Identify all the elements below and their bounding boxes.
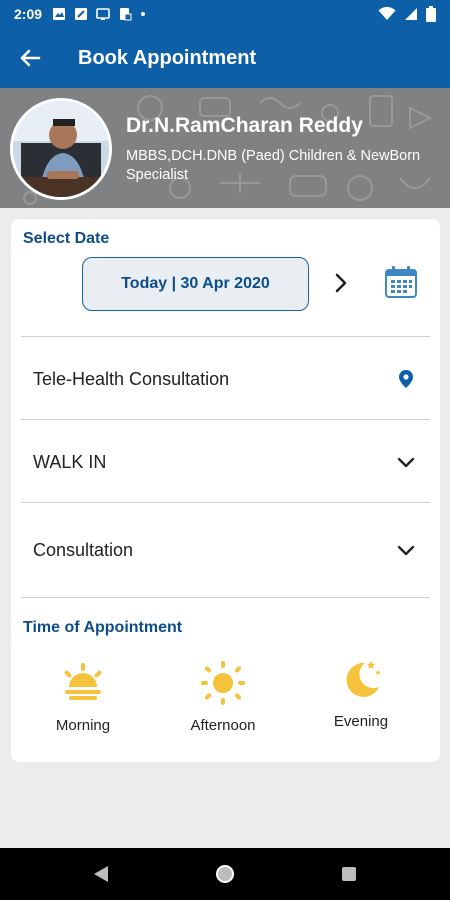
nav-recents-button[interactable] [287, 848, 411, 900]
arrow-back-icon [20, 49, 41, 67]
doctor-name: Dr.N.RamCharan Reddy [126, 114, 363, 137]
doctor-photo [13, 101, 109, 197]
divider [21, 336, 430, 337]
sim-icon [120, 8, 132, 21]
nav-home-icon [216, 865, 234, 883]
divider [21, 502, 430, 503]
screen-icon [96, 8, 110, 20]
row-label: Consultation [33, 539, 134, 560]
notification-icons [52, 7, 146, 21]
sunrise-icon [64, 663, 102, 700]
nav-home-button[interactable] [163, 848, 287, 900]
chevron-down-icon [394, 538, 418, 562]
nav-recents-icon [342, 867, 356, 881]
status-bar: 2:09 [0, 0, 450, 28]
slot-morning[interactable]: Morning [23, 661, 143, 734]
system-nav-bar [0, 848, 450, 900]
next-date-button[interactable] [329, 271, 353, 295]
visit-type-dropdown[interactable]: WALK IN [11, 422, 440, 502]
chevron-down-icon [394, 450, 418, 474]
slot-afternoon[interactable]: Afternoon [163, 661, 283, 734]
appointment-card: Select Date Today | 30 Apr 2020 Tele-Hea… [11, 219, 440, 762]
image-icon [53, 8, 66, 20]
dot-icon [141, 12, 146, 16]
slot-evening[interactable]: Evening [301, 657, 421, 730]
calendar-button[interactable] [383, 264, 419, 300]
sun-icon [201, 661, 245, 705]
back-button[interactable] [0, 28, 60, 88]
nav-back-icon [94, 866, 108, 882]
location-pin-icon [394, 367, 418, 391]
app-bar: Book Appointment [0, 28, 450, 88]
doctor-qualification: MBBS,DCH.DNB (Paed) Children & NewBorn S… [126, 148, 421, 183]
doctor-banner: Dr.N.RamCharan Reddy MBBS,DCH.DNB (Paed)… [0, 88, 450, 208]
slot-label: Afternoon [190, 717, 256, 734]
calendar-icon [385, 266, 417, 298]
time-slots: Morning Afternoon Evening [11, 649, 440, 749]
consultation-type-row[interactable]: Tele-Health Consultation [11, 339, 440, 419]
slot-label: Evening [333, 713, 389, 730]
slot-label: Morning [55, 717, 111, 734]
page-title: Book Appointment [78, 46, 257, 69]
moon-icon [346, 661, 381, 697]
date-selector[interactable]: Today | 30 Apr 2020 [82, 257, 309, 311]
wifi-icon [378, 7, 396, 20]
appointment-reason-dropdown[interactable]: Consultation [11, 510, 440, 590]
divider [21, 597, 430, 598]
doctor-avatar [10, 98, 112, 200]
status-time: 2:09 [14, 6, 43, 22]
divider [21, 419, 430, 420]
chevron-right-icon [335, 273, 347, 293]
row-label: WALK IN [33, 451, 107, 472]
nav-back-button[interactable] [39, 848, 163, 900]
battery-icon [426, 6, 436, 22]
signal-icon [405, 8, 417, 20]
edit-note-icon [75, 8, 88, 20]
select-date-label: Select Date [23, 230, 110, 247]
time-of-appointment-label: Time of Appointment [23, 619, 183, 636]
row-label: Tele-Health Consultation [33, 368, 230, 389]
